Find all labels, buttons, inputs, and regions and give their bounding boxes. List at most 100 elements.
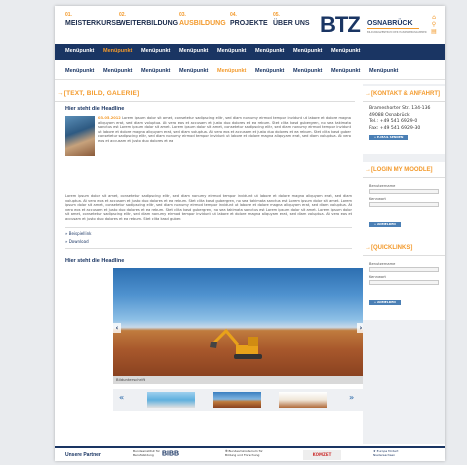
submenu-item[interactable]: Menüpunkt [255, 68, 284, 74]
nav-item-ausbildung[interactable]: 03. AUSBILDUNG [179, 12, 226, 27]
quicklinks-title: →[QUICKLINKS] [363, 240, 445, 256]
article-headline: Hier steht die Headline [65, 106, 125, 112]
nav-label: MEISTERKURSE [65, 20, 121, 27]
image-caption: Bildunterschrift [113, 376, 365, 384]
contact-info: Brameshorter Str. 134-136 49088 Osnabrüc… [363, 102, 445, 146]
top-navigation: 01. MEISTERKURSE 02. WEITERBILDUNG 03. A… [55, 6, 445, 44]
submenu-item-active[interactable]: Menüpunkt [217, 68, 246, 74]
thumbs-next-arrow[interactable]: » [349, 393, 354, 402]
nav-item-weiterbildung[interactable]: 02. WEITERBILDUNG [119, 12, 178, 27]
image-gallery: ‹ › Bildunterschrift [113, 268, 365, 384]
nav-number: 01. [65, 12, 72, 18]
partners-label: Unsere Partner [65, 452, 101, 458]
excavator-illustration [210, 328, 262, 359]
thumbnail-active[interactable] [213, 392, 261, 408]
contact-street: Brameshorter Str. 134-136 [369, 106, 431, 111]
logo-city: OSNABRÜCK [367, 20, 413, 27]
quicklinks-box: →[QUICKLINKS] Benutzername Kennwort » AN… [363, 240, 445, 320]
logo-subtitle: BILDUNGSZENTRUM DER HANDWERKSKAMMER [367, 31, 427, 34]
link-list: » Beispiellink » Download [65, 230, 91, 246]
sub-menu: Menüpunkt Menüpunkt Menüpunkt Menüpunkt … [55, 62, 445, 80]
username-label: Benutzername [369, 184, 396, 188]
btz-logo[interactable]: BTZ OSNABRÜCK BILDUNGSZENTRUM DER HANDWE… [320, 12, 427, 38]
partner-bibb-text: Bundesinstitut für Berufsbildung [133, 449, 160, 457]
menu-item[interactable]: Menüpunkt [293, 48, 322, 54]
login-form: Benutzername Kennwort » ANMELDEN [363, 178, 445, 233]
partner-europe-text: Europa fördert Niedersachsen [373, 449, 399, 457]
username-input[interactable] [369, 267, 439, 272]
divider [65, 248, 352, 249]
password-input[interactable] [369, 280, 439, 285]
thumbs-prev-arrow[interactable]: « [119, 393, 124, 402]
submenu-item[interactable]: Menüpunkt [65, 68, 94, 74]
main-menu: Menüpunkt Menüpunkt Menüpunkt Menüpunkt … [55, 44, 445, 60]
contact-fax: Fax: +49 541 6929-30 [369, 125, 421, 131]
section-title: →[TEXT, BILD, GALERIE] [57, 90, 140, 97]
thumbnail[interactable] [147, 392, 195, 408]
menu-item[interactable]: Menüpunkt [179, 48, 208, 54]
submenu-item[interactable]: Menüpunkt [369, 68, 398, 74]
submenu-item[interactable]: Menüpunkt [179, 68, 208, 74]
menu-item[interactable]: Menüpunkt [65, 48, 94, 54]
logo-divider [367, 28, 419, 29]
partner-bmbf[interactable]: ✠ Bundesministerium für Bildung und Fors… [225, 449, 275, 460]
logo-mark: BTZ [320, 12, 361, 37]
username-input[interactable] [369, 189, 439, 194]
page: 01. MEISTERKURSE 02. WEITERBILDUNG 03. A… [55, 6, 445, 461]
article-text-wrap: 03.05.2012 Lorem ipsum dolor sit amet, c… [98, 116, 351, 194]
submenu-item[interactable]: Menüpunkt [103, 68, 132, 74]
divider [65, 227, 352, 228]
section-divider [55, 101, 355, 102]
submenu-item[interactable]: Menüpunkt [293, 68, 322, 74]
login-title: →[LOGIN MY MOODLE] [363, 162, 445, 178]
password-label: Kennwort [369, 275, 386, 279]
menu-item[interactable]: Menüpunkt [255, 48, 284, 54]
contact-box: →[KONTAKT & ANFAHRT] Brameshorter Str. 1… [363, 86, 445, 154]
nav-label: ÜBER UNS [273, 20, 310, 27]
utility-icons: ⌂ ⚲ ▤ [429, 14, 439, 35]
password-label: Kennwort [369, 197, 386, 201]
quicklinks-form: Benutzername Kennwort » ANMELDEN [363, 256, 445, 311]
article-date: 03.05.2012 [98, 116, 121, 120]
thumbnail-strip: « » [113, 389, 365, 411]
login-box: →[LOGIN MY MOODLE] Benutzername Kennwort… [363, 162, 445, 242]
bibb-logo: BIBB [161, 450, 180, 458]
nav-number: 04. [230, 12, 237, 18]
password-input[interactable] [369, 202, 439, 207]
nav-label: PROJEKTE [230, 20, 268, 27]
example-link[interactable]: » Beispiellink [65, 230, 91, 238]
thumbnail[interactable] [279, 392, 327, 408]
search-icon[interactable]: ⚲ [429, 21, 439, 28]
menu-item-active[interactable]: Menüpunkt [103, 48, 132, 54]
username-label: Benutzername [369, 262, 396, 266]
nav-label: WEITERBILDUNG [119, 20, 179, 27]
article-image[interactable] [65, 116, 95, 156]
menu-item[interactable]: Menüpunkt [331, 48, 360, 54]
login-button[interactable]: » ANMELDEN [369, 300, 401, 305]
print-icon[interactable]: ▤ [429, 28, 439, 35]
nav-number: 03. [179, 12, 186, 18]
home-icon[interactable]: ⌂ [429, 14, 439, 21]
submenu-item[interactable]: Menüpunkt [141, 68, 170, 74]
download-link[interactable]: » Download [65, 238, 91, 246]
partner-bibb[interactable]: Bundesinstitut für Berufsbildung BIBB [133, 449, 193, 460]
menu-item[interactable]: Menüpunkt [217, 48, 246, 54]
login-button[interactable]: » ANMELDEN [369, 222, 401, 227]
menu-item[interactable]: Menüpunkt [141, 48, 170, 54]
gallery-prev-arrow[interactable]: ‹ [113, 323, 121, 333]
nav-label: AUSBILDUNG [179, 20, 226, 27]
partner-komzet[interactable]: KOMZET [303, 450, 341, 460]
partner-europe[interactable]: ★ Europa fördert Niedersachsen [373, 449, 419, 460]
partner-footer: Unsere Partner Bundesinstitut für Berufs… [55, 446, 445, 461]
nav-number: 02. [119, 12, 126, 18]
nav-item-projekte[interactable]: 04. PROJEKTE [230, 12, 268, 27]
send-email-button[interactable]: » E-MAIL SENDEN [369, 135, 409, 140]
article-text-full: Lorem ipsum dolor sit amet, consetetur s… [65, 194, 352, 221]
nav-item-ueber-uns[interactable]: 05. ÜBER UNS [273, 12, 310, 27]
submenu-item[interactable]: Menüpunkt [331, 68, 360, 74]
partner-bmbf-text: Bundesministerium für Bildung und Forsch… [225, 449, 263, 457]
nav-item-meisterkurse[interactable]: 01. MEISTERKURSE [65, 12, 121, 27]
contact-title: →[KONTAKT & ANFAHRT] [363, 86, 445, 102]
gallery-headline: Hier steht die Headline [65, 258, 125, 264]
nav-number: 05. [273, 12, 280, 18]
